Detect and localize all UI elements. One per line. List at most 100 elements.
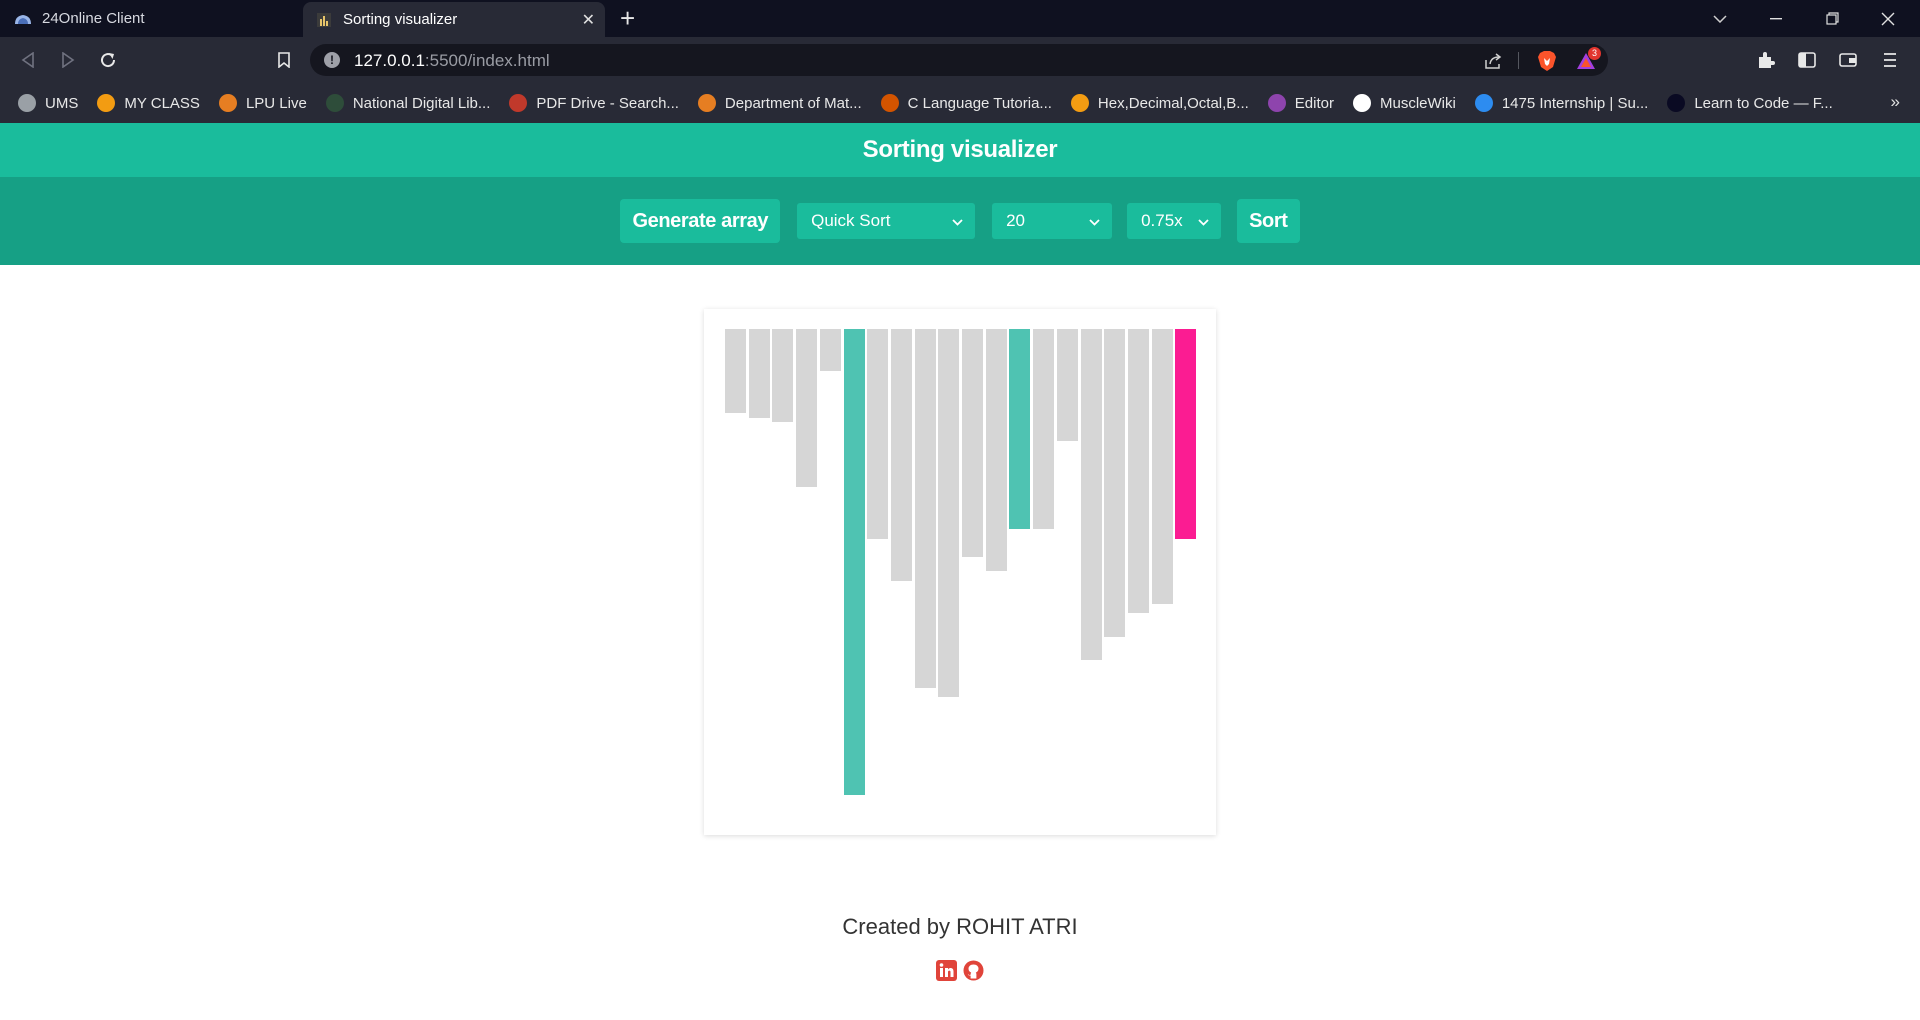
freecodecamp-icon <box>1667 94 1686 112</box>
array-bar <box>1033 329 1055 529</box>
array-bar <box>1104 329 1126 637</box>
r-logo-icon <box>1070 94 1089 112</box>
array-bar <box>914 329 936 688</box>
is-logo-icon <box>1474 94 1493 112</box>
sidebar-toggle-icon[interactable] <box>1793 46 1821 74</box>
sort-button[interactable]: Sort <box>1237 199 1300 243</box>
bookmark-item[interactable]: MY CLASS <box>97 94 200 112</box>
array-bar <box>1151 329 1173 604</box>
page-viewport: Sorting visualizer Generate array Quick … <box>0 123 1920 1020</box>
bookmark-label: PDF Drive - Search... <box>536 94 679 112</box>
github-icon[interactable] <box>962 959 984 981</box>
array-bar <box>938 329 960 697</box>
array-bar <box>1080 329 1102 660</box>
array-bar <box>1009 329 1031 529</box>
bookmark-item[interactable]: UMS <box>18 94 78 112</box>
controls-bar: Generate array Quick Sort 20 0.75x Sort <box>0 177 1920 265</box>
bookmark-item[interactable]: C Language Tutoria... <box>880 94 1052 112</box>
array-bar <box>1056 329 1078 441</box>
tab-search-chevron-icon[interactable] <box>1692 0 1748 37</box>
browser-toolbar: ! 127.0.0.1:5500/index.html 3 <box>0 37 1920 83</box>
page-favicon-icon <box>315 11 333 29</box>
wallet-icon[interactable] <box>1834 46 1862 74</box>
bookmark-item[interactable]: 1475 Internship | Su... <box>1474 94 1649 112</box>
divider <box>1518 52 1519 69</box>
array-bar <box>772 329 794 422</box>
url-text[interactable]: 127.0.0.1:5500/index.html <box>354 51 550 71</box>
array-bar <box>725 329 746 413</box>
bookmark-item[interactable]: PDF Drive - Search... <box>509 94 679 112</box>
array-bar <box>867 329 889 539</box>
m-logo-icon <box>697 94 716 112</box>
sun-icon <box>97 94 116 112</box>
array-bar <box>796 329 818 487</box>
back-arrow-icon[interactable] <box>14 46 42 74</box>
bookmark-icon[interactable] <box>270 46 298 74</box>
minimize-button[interactable] <box>1748 0 1804 37</box>
bookmark-label: Department of Mat... <box>724 94 862 112</box>
close-window-button[interactable] <box>1860 0 1916 37</box>
cloud-icon <box>14 10 32 28</box>
bookmark-label: National Digital Lib... <box>352 94 491 112</box>
linkedin-icon[interactable] <box>935 959 957 981</box>
library-icon <box>325 94 344 112</box>
new-tab-button[interactable]: + <box>620 5 635 31</box>
chevron-down-icon <box>952 214 963 229</box>
bookmark-label: Hex,Decimal,Octal,B... <box>1097 94 1249 112</box>
bookmark-label: MY CLASS <box>124 94 200 112</box>
pdf-icon <box>509 94 528 112</box>
address-bar[interactable]: ! 127.0.0.1:5500/index.html 3 <box>310 44 1608 76</box>
bookmark-label: UMS <box>45 94 79 112</box>
bookmark-item[interactable]: Editor <box>1267 94 1334 112</box>
avatar-icon <box>880 94 899 112</box>
restore-button[interactable] <box>1804 0 1860 37</box>
close-tab-icon[interactable]: ✕ <box>582 10 595 30</box>
bookmark-label: Learn to Code — F... <box>1694 94 1833 112</box>
array-bar <box>890 329 912 581</box>
array-bar <box>1127 329 1149 613</box>
tab-24online-client[interactable]: 24Online Client <box>0 0 300 37</box>
bookmark-item[interactable]: Department of Mat... <box>697 94 862 112</box>
browser-tab-strip: 24Online Client Sorting visualizer ✕ + <box>0 0 1920 37</box>
bookmark-label: 1475 Internship | Su... <box>1501 94 1649 112</box>
array-bar <box>748 329 770 418</box>
bookmark-item[interactable]: MuscleWiki <box>1352 94 1456 112</box>
chevron-down-icon <box>1089 214 1100 229</box>
bookmark-label: Editor <box>1294 94 1334 112</box>
brave-shields-icon[interactable] <box>1536 50 1558 72</box>
speed-value: 0.75x <box>1141 211 1183 230</box>
algorithm-value: Quick Sort <box>811 211 891 230</box>
rewards-badge: 3 <box>1588 47 1601 60</box>
app-header: Sorting visualizer <box>0 123 1920 177</box>
tab-title: Sorting visualizer <box>343 11 458 28</box>
speed-select[interactable]: 0.75x <box>1127 203 1222 239</box>
bookmark-item[interactable]: National Digital Lib... <box>325 94 491 112</box>
brave-rewards-icon[interactable]: 3 <box>1575 47 1601 72</box>
share-icon[interactable] <box>1482 50 1504 72</box>
array-bar <box>819 329 841 371</box>
chevron-down-icon <box>1198 214 1209 229</box>
bookmark-label: MuscleWiki <box>1379 94 1456 112</box>
bookmark-item[interactable]: LPU Live <box>218 94 307 112</box>
bookmark-label: C Language Tutoria... <box>907 94 1052 112</box>
info-icon[interactable]: ! <box>324 52 340 68</box>
tab-sorting-visualizer[interactable]: Sorting visualizer ✕ <box>303 2 605 37</box>
tab-title: 24Online Client <box>42 10 145 27</box>
musclewiki-icon <box>1352 94 1371 112</box>
algorithm-select[interactable]: Quick Sort <box>797 203 976 239</box>
array-size-select[interactable]: 20 <box>992 203 1113 239</box>
bookmark-item[interactable]: Hex,Decimal,Octal,B... <box>1070 94 1249 112</box>
array-visualization <box>704 309 1216 835</box>
more-bookmarks-chevron-icon[interactable]: » <box>1891 92 1900 112</box>
array-size-value: 20 <box>1006 211 1026 230</box>
extensions-puzzle-icon[interactable] <box>1752 46 1780 74</box>
reload-icon[interactable] <box>94 46 122 74</box>
bookmark-label: LPU Live <box>245 94 307 112</box>
array-bar <box>843 329 865 795</box>
forward-arrow-icon[interactable] <box>54 46 82 74</box>
generate-array-button[interactable]: Generate array <box>620 199 781 243</box>
globe-icon <box>18 94 36 112</box>
bookmark-item[interactable]: Learn to Code — F... <box>1667 94 1833 112</box>
array-bar <box>962 329 983 557</box>
menu-icon[interactable] <box>1876 46 1904 74</box>
